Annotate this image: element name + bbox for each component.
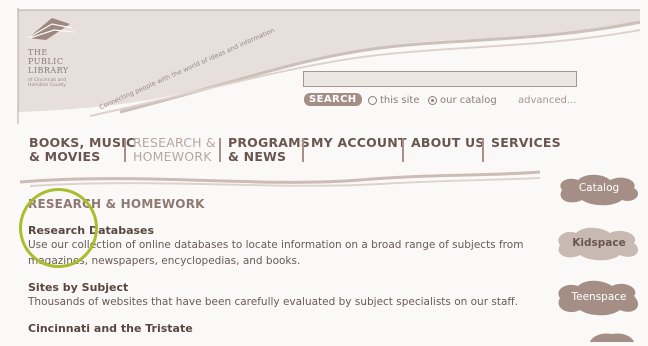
kidspace-label: Kidspace xyxy=(572,237,626,249)
radio-label: this site xyxy=(380,95,420,106)
logo-line-1: THE xyxy=(28,48,48,57)
nav-programs-news[interactable]: PROGRAMS & NEWS xyxy=(228,136,310,164)
nav-my-account[interactable]: MY ACCOUNT xyxy=(311,136,407,150)
page: THE PUBLIC LIBRARY of Cincinnati and Ham… xyxy=(0,0,648,342)
nav-divider xyxy=(219,138,221,162)
section-description: Thousands of websites that have been car… xyxy=(28,296,518,308)
radio-our-catalog[interactable]: our catalog xyxy=(428,95,497,106)
sites-by-subject-link[interactable]: Sites by Subject xyxy=(28,281,128,294)
nav-label-line-1: BOOKS, MUSIC xyxy=(29,135,136,150)
search-input[interactable] xyxy=(303,71,577,87)
section-description: Use our collection of online databases t… xyxy=(28,239,524,251)
radio-this-site[interactable]: this site xyxy=(368,95,420,106)
teenspace-label: Teenspace xyxy=(571,291,627,303)
kidspace-button[interactable]: Kidspace xyxy=(554,225,644,263)
library-book-logo-icon xyxy=(27,18,75,40)
nav-label-line-1: ABOUT US xyxy=(411,135,485,150)
nav-label-line-1: PROGRAMS xyxy=(228,135,311,150)
teenspace-button[interactable]: Teenspace xyxy=(554,278,644,318)
nav-label-line-2: HOMEWORK xyxy=(133,149,212,164)
radio-circle-selected-icon xyxy=(428,96,437,105)
radio-circle-icon xyxy=(368,96,377,105)
nav-books-music-movies[interactable]: BOOKS, MUSIC & MOVIES xyxy=(29,136,135,164)
nav-underline-swoosh xyxy=(20,170,540,187)
nav-services[interactable]: SERVICES xyxy=(491,136,561,150)
header-swoosh-art xyxy=(17,8,641,124)
cincinnati-tristate-link[interactable]: Cincinnati and the Tristate xyxy=(28,322,193,335)
nav-divider xyxy=(302,138,304,162)
radio-label: our catalog xyxy=(440,95,497,106)
nav-label-line-1: SERVICES xyxy=(491,135,561,150)
partial-cloud-button[interactable] xyxy=(586,327,636,342)
logo-subtitle: of Cincinnati and Hamilton County xyxy=(28,78,67,88)
catalog-label: Catalog xyxy=(578,182,620,194)
catalog-button[interactable]: Catalog xyxy=(554,172,644,208)
nav-divider xyxy=(124,138,126,162)
nav-divider xyxy=(482,138,484,162)
logo-line-3: LIBRARY xyxy=(28,66,69,75)
nav-label-line-1: RESEARCH & xyxy=(133,135,216,150)
highlight-circle-annotation xyxy=(19,188,98,268)
advanced-search-link[interactable]: advanced... xyxy=(518,95,576,106)
nav-about-us[interactable]: ABOUT US xyxy=(411,136,485,150)
logo-line-2: PUBLIC xyxy=(28,57,64,66)
library-logo-text[interactable]: THE PUBLIC LIBRARY xyxy=(28,48,69,75)
nav-label-line-1: MY ACCOUNT xyxy=(311,135,407,150)
nav-research-homework[interactable]: RESEARCH & HOMEWORK xyxy=(133,136,216,164)
nav-label-line-2: & MOVIES xyxy=(29,149,101,164)
nav-label-line-2: & NEWS xyxy=(228,149,287,164)
search-button[interactable]: SEARCH xyxy=(304,93,362,106)
cloud-shape-icon xyxy=(590,333,634,342)
nav-divider xyxy=(402,138,404,162)
